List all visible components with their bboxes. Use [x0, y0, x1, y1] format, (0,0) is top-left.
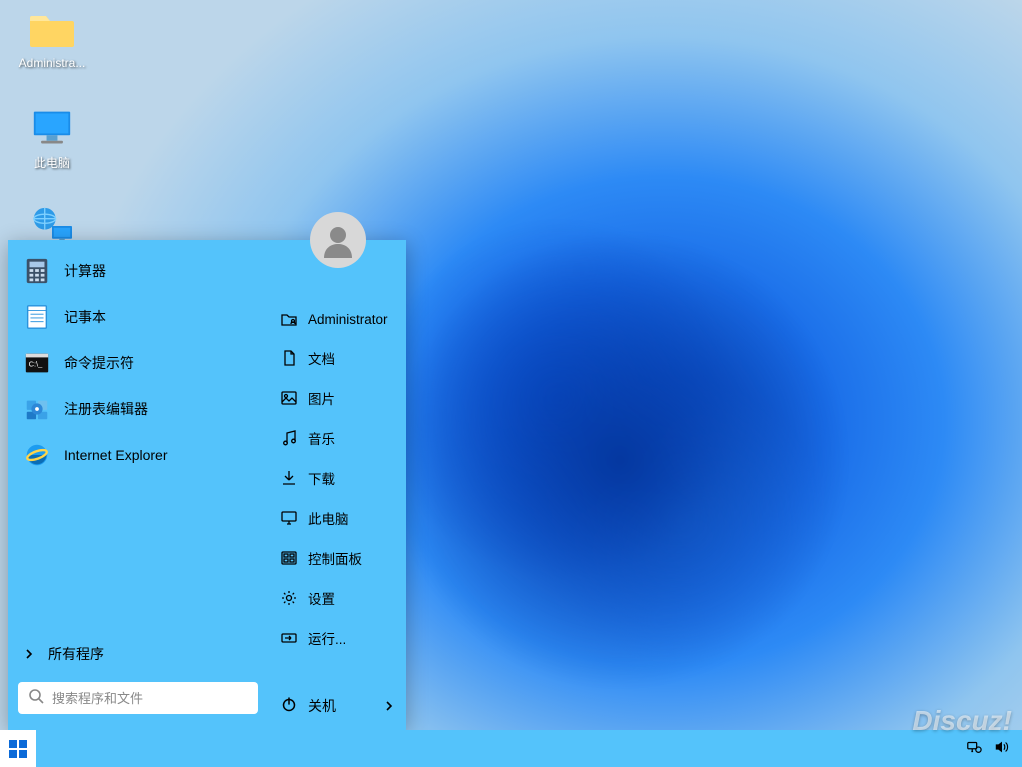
all-programs-link[interactable]: 所有程序 — [8, 634, 268, 674]
app-label: Internet Explorer — [64, 447, 168, 463]
desktop-icon-label: Administra... — [19, 56, 86, 70]
power-button[interactable]: 关机 — [268, 681, 406, 730]
computer-icon — [280, 509, 298, 527]
calculator-icon — [22, 256, 52, 286]
app-label: 注册表编辑器 — [64, 399, 148, 419]
app-calculator[interactable]: 计算器 — [8, 248, 268, 294]
pictures-icon — [280, 389, 298, 407]
user-item-control-panel[interactable]: 控制面板 — [268, 538, 406, 578]
search-icon — [28, 688, 44, 709]
control-panel-icon — [280, 549, 298, 567]
app-label: 计算器 — [64, 261, 106, 281]
documents-icon — [280, 349, 298, 367]
app-label: 记事本 — [64, 307, 106, 327]
user-item-this-pc[interactable]: 此电脑 — [268, 498, 406, 538]
user-item-label: 设置 — [308, 588, 335, 608]
user-item-label: Administrator — [308, 312, 388, 327]
search-box[interactable] — [18, 682, 258, 714]
user-item-label: 音乐 — [308, 428, 335, 448]
svg-text:C:\_: C:\_ — [29, 360, 44, 369]
tray-volume-icon[interactable] — [994, 739, 1010, 758]
user-item-settings[interactable]: 设置 — [268, 578, 406, 618]
registry-icon — [22, 394, 52, 424]
taskbar — [0, 730, 1022, 767]
start-menu-right-column: Administrator 文档 图片 音乐 下载 此电脑 — [268, 240, 406, 730]
chevron-right-icon — [24, 646, 34, 662]
user-item-administrator[interactable]: Administrator — [268, 300, 406, 338]
user-folders-list: Administrator 文档 图片 音乐 下载 此电脑 — [268, 300, 406, 681]
user-item-downloads[interactable]: 下载 — [268, 458, 406, 498]
music-icon — [280, 429, 298, 447]
user-item-run[interactable]: 运行... — [268, 618, 406, 658]
run-icon — [280, 629, 298, 647]
terminal-icon: C:\_ — [22, 348, 52, 378]
start-menu-left-column: 计算器 记事本 C:\_ 命令提示符 注册表编辑器 — [8, 240, 268, 730]
user-item-music[interactable]: 音乐 — [268, 418, 406, 458]
downloads-icon — [280, 469, 298, 487]
user-item-documents[interactable]: 文档 — [268, 338, 406, 378]
apps-list: 计算器 记事本 C:\_ 命令提示符 注册表编辑器 — [8, 248, 268, 634]
gear-icon — [280, 589, 298, 607]
folder-icon — [28, 8, 76, 52]
internet-explorer-icon — [22, 440, 52, 470]
windows-logo-icon — [8, 739, 28, 759]
power-label: 关机 — [308, 696, 336, 716]
system-tray — [954, 739, 1022, 758]
app-internet-explorer[interactable]: Internet Explorer — [8, 432, 268, 478]
tray-network-icon[interactable] — [966, 739, 982, 758]
user-avatar-wrap[interactable] — [310, 212, 366, 268]
avatar-icon — [310, 212, 366, 268]
user-item-label: 运行... — [308, 628, 346, 648]
user-item-label: 此电脑 — [308, 508, 349, 528]
search-row — [8, 674, 268, 722]
user-item-pictures[interactable]: 图片 — [268, 378, 406, 418]
power-icon — [280, 695, 298, 716]
user-item-label: 控制面板 — [308, 548, 362, 568]
user-item-label: 下载 — [308, 468, 335, 488]
desktop-icon-folder[interactable]: Administra... — [14, 8, 90, 70]
start-button[interactable] — [0, 730, 36, 767]
app-registry-editor[interactable]: 注册表编辑器 — [8, 386, 268, 432]
search-input[interactable] — [52, 691, 248, 706]
desktop-icon-this-pc[interactable]: 此电脑 — [14, 106, 90, 171]
app-notepad[interactable]: 记事本 — [8, 294, 268, 340]
app-command-prompt[interactable]: C:\_ 命令提示符 — [8, 340, 268, 386]
all-programs-label: 所有程序 — [48, 644, 104, 664]
user-item-label: 文档 — [308, 348, 335, 368]
user-folder-icon — [280, 310, 298, 328]
desktop-icon-label: 此电脑 — [34, 154, 70, 171]
user-item-label: 图片 — [308, 388, 335, 408]
computer-icon — [28, 106, 76, 150]
app-label: 命令提示符 — [64, 353, 134, 373]
chevron-right-icon[interactable] — [384, 698, 394, 714]
notepad-icon — [22, 302, 52, 332]
start-menu: 计算器 记事本 C:\_ 命令提示符 注册表编辑器 — [8, 240, 406, 730]
